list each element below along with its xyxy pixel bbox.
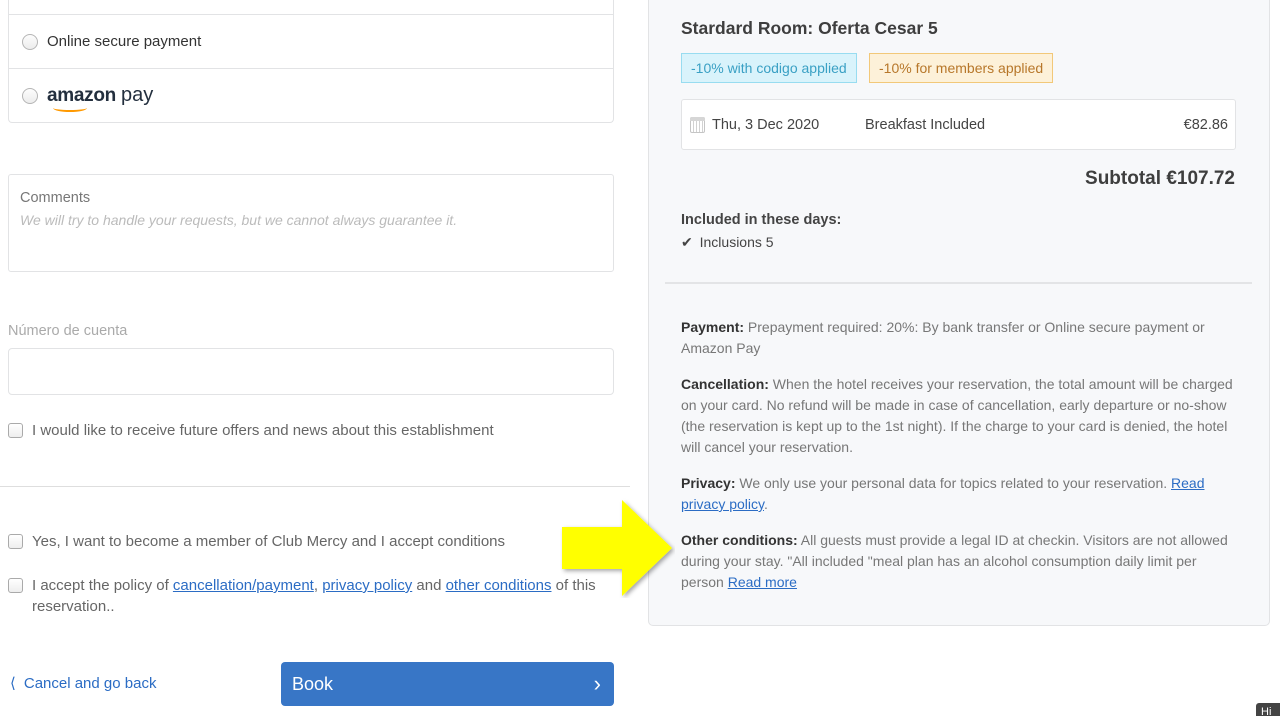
policy-sep: , (313, 577, 323, 594)
comments-textarea[interactable]: Comments We will try to handle your requ… (8, 174, 614, 272)
cancel-label: Cancel and go back (23, 674, 157, 692)
offers-checkbox-label: I would like to receive future offers an… (32, 422, 494, 439)
day-date: Thu, 3 Dec 2020 (712, 116, 820, 133)
divider (0, 486, 630, 487)
policy-checkbox-row[interactable]: I accept the policy of cancellation/paym… (8, 575, 618, 617)
comments-placeholder: We will try to handle your requests, but… (20, 212, 458, 228)
other-conditions-policy: Other conditions: All guests must provid… (681, 530, 1237, 593)
payment-option-amazon-pay[interactable]: amazon pay (9, 68, 613, 122)
other-conditions-label: Other conditions: (681, 532, 798, 548)
included-title: Included in these days: (681, 212, 842, 228)
radio-amazon-pay[interactable] (22, 87, 38, 104)
divider (665, 282, 1252, 284)
discount-badge-members: -10% for members applied (869, 53, 1054, 83)
arrow-shape (562, 500, 672, 596)
accept-policy-checkbox[interactable] (8, 578, 23, 593)
privacy-policy-text: We only use your personal data for topic… (735, 475, 1172, 491)
subtotal: Subtotal €107.72 (1085, 168, 1235, 190)
book-label: Book (292, 673, 334, 694)
book-button[interactable]: Book › (281, 662, 614, 706)
radio-online-payment[interactable] (22, 33, 38, 50)
privacy-policy-end: . (764, 496, 768, 512)
club-membership-checkbox[interactable] (8, 534, 23, 549)
payment-policy-label: Payment: (681, 319, 745, 335)
chevron-left-icon: ⟨ (10, 675, 16, 692)
included-item: ✔ Inclusions 5 (681, 234, 774, 251)
amazon-pay-logo: amazon pay (47, 84, 154, 112)
privacy-policy: Privacy: We only use your personal data … (681, 473, 1237, 515)
club-checkbox-label: Yes, I want to become a member of Club M… (32, 533, 506, 550)
policy-prefix: I accept the policy of (32, 577, 173, 594)
payment-policy: Payment: Prepayment required: 20%: By ba… (681, 317, 1237, 359)
privacy-policy-label: Privacy: (681, 475, 736, 491)
hint-tab[interactable]: Hi (1256, 703, 1280, 716)
payment-option-label: Online secure payment (47, 33, 202, 50)
included-item-label: Inclusions 5 (699, 234, 774, 250)
subtotal-label: Subtotal (1085, 168, 1162, 189)
annotation-arrow-icon (562, 500, 672, 596)
subtotal-value: €107.72 (1166, 168, 1235, 189)
privacy-policy-link[interactable]: privacy policy (322, 577, 412, 594)
room-title: Stardard Room: Oferta Cesar 5 (681, 18, 938, 38)
account-number-input[interactable] (8, 348, 614, 395)
payment-option-online[interactable]: Online secure payment (9, 14, 613, 68)
club-checkbox-row[interactable]: Yes, I want to become a member of Club M… (8, 531, 505, 552)
checkmark-icon: ✔ (681, 234, 693, 250)
policy-sep: and (412, 577, 446, 594)
chevron-right-icon: › (593, 671, 601, 696)
amazon-smile-icon (53, 104, 87, 112)
comments-label: Comments (20, 190, 91, 206)
other-conditions-link[interactable]: other conditions (446, 577, 552, 594)
day-row: Thu, 3 Dec 2020 Breakfast Included €82.8… (681, 99, 1236, 150)
payment-methods-box: Online secure payment amazon pay (8, 0, 614, 123)
account-number-label: Número de cuenta (8, 323, 128, 339)
offers-checkbox[interactable] (8, 423, 23, 438)
calendar-icon (690, 116, 705, 133)
cancellation-policy-label: Cancellation: (681, 376, 769, 392)
read-more-link[interactable]: Read more (728, 574, 797, 590)
day-price: €82.86 (1183, 116, 1228, 133)
cancellation-policy: Cancellation: When the hotel receives yo… (681, 374, 1237, 458)
day-description: Breakfast Included (865, 116, 986, 133)
policy-checkbox-label: I accept the policy of cancellation/paym… (32, 575, 618, 617)
discount-badge-code: -10% with codigo applied (681, 53, 857, 83)
payment-policy-text: Prepayment required: 20%: By bank transf… (681, 319, 1205, 356)
offers-checkbox-row[interactable]: I would like to receive future offers an… (8, 420, 494, 441)
cancel-and-go-back-link[interactable]: ⟨ Cancel and go back (10, 674, 157, 693)
amazon-pay-text: pay (120, 84, 154, 106)
cancellation-payment-link[interactable]: cancellation/payment (173, 577, 314, 594)
